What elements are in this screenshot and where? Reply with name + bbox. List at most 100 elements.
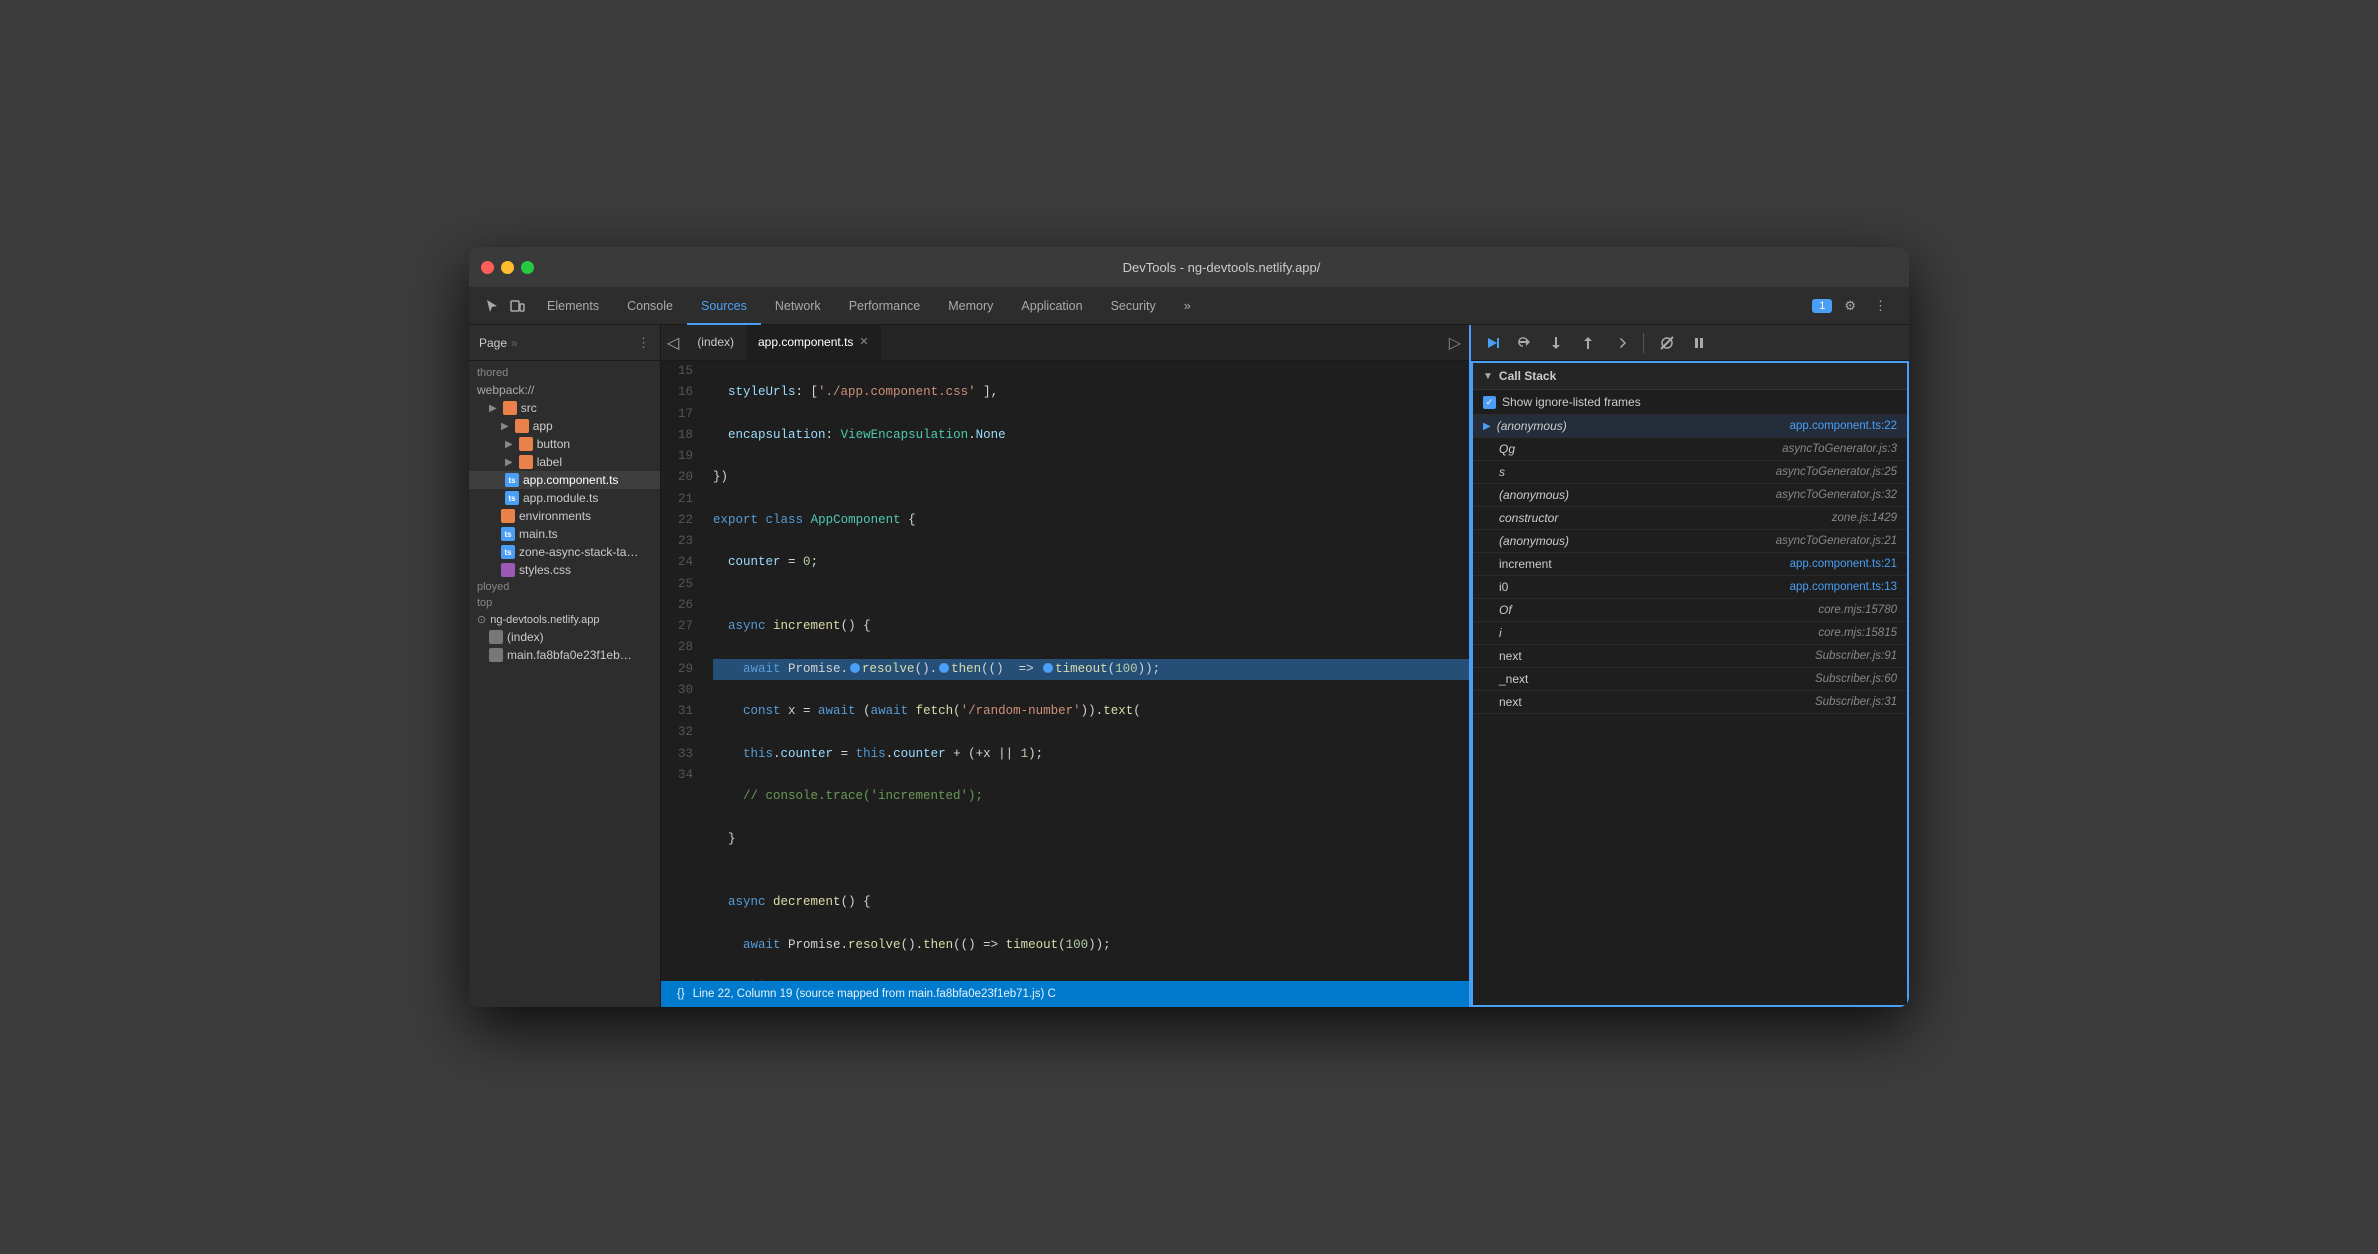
tab-sources[interactable]: Sources: [687, 288, 761, 325]
callstack-frame-i[interactable]: i core.mjs:15815: [1473, 622, 1907, 645]
tabbar: Elements Console Sources Network Perform…: [469, 287, 1909, 325]
editor-tab-close[interactable]: ✕: [859, 335, 868, 348]
settings-icon[interactable]: ⚙: [1838, 294, 1862, 318]
tree-item-zone-async[interactable]: ts zone-async-stack-ta…: [493, 543, 660, 561]
debug-deactivate-btn[interactable]: [1654, 332, 1680, 354]
tree-item-environments[interactable]: environments: [493, 507, 660, 525]
tree-label-authored: thored: [477, 367, 508, 379]
debug-step-out-btn[interactable]: [1575, 332, 1601, 354]
titlebar: DevTools - ng-devtools.netlify.app/: [469, 247, 1909, 287]
frame-fn-next3: next: [1483, 695, 1809, 709]
tree-item-app[interactable]: ▶ app: [493, 417, 660, 435]
frame-loc-anon3: asyncToGenerator.js:21: [1776, 535, 1897, 547]
tree-item-label[interactable]: ▶ label: [469, 453, 660, 471]
device-mode-icon[interactable]: [509, 298, 525, 314]
tab-network[interactable]: Network: [761, 288, 835, 325]
callstack-header[interactable]: ▼ Call Stack: [1473, 363, 1907, 390]
status-bar: {} Line 22, Column 19 (source mapped fro…: [661, 981, 1469, 1007]
ignore-listed-row[interactable]: Show ignore-listed frames: [1473, 390, 1907, 415]
ts-icon-app-module: ts: [505, 491, 519, 505]
callstack-title: Call Stack: [1499, 369, 1556, 383]
tab-security[interactable]: Security: [1097, 288, 1170, 325]
frame-loc-i0[interactable]: app.component.ts:13: [1790, 581, 1897, 593]
frame-loc-1[interactable]: app.component.ts:22: [1790, 420, 1897, 432]
editor-tab-right[interactable]: ▷: [1441, 325, 1469, 360]
editor-tab-index-label: (index): [697, 335, 734, 349]
tab-performance[interactable]: Performance: [835, 288, 935, 325]
tree-item-app-component-ts[interactable]: ts app.component.ts: [469, 471, 660, 489]
tree-label-ng-devtools: ng-devtools.netlify.app: [490, 614, 599, 626]
tab-application[interactable]: Application: [1007, 288, 1096, 325]
editor-tab-index[interactable]: (index): [685, 325, 746, 360]
ts-icon-main: ts: [501, 527, 515, 541]
editor-back-nav[interactable]: ◁: [661, 325, 685, 360]
tree-item-button[interactable]: ▶ button: [469, 435, 660, 453]
debugger-panel: ▼ Call Stack Show ignore-listed frames ▶…: [1469, 325, 1909, 1007]
callstack-frame-next3[interactable]: next Subscriber.js:31: [1473, 691, 1907, 714]
tree-item-ng-devtools[interactable]: ⊙ ng-devtools.netlify.app: [469, 611, 660, 628]
folder-icon-environments: [501, 509, 515, 523]
tree-item-top[interactable]: top: [469, 595, 660, 611]
cursor-icon[interactable]: [485, 298, 501, 314]
editor-tab-file-label: app.component.ts: [758, 335, 853, 349]
more-options-icon[interactable]: ⋮: [1868, 294, 1893, 318]
callstack-frame-next[interactable]: next Subscriber.js:91: [1473, 645, 1907, 668]
tree-item-webpack[interactable]: webpack://: [469, 381, 660, 399]
tree-item-styles-css[interactable]: styles.css: [493, 561, 660, 579]
tree-item-index[interactable]: (index): [481, 628, 660, 646]
callstack-frame-constructor[interactable]: constructor zone.js:1429: [1473, 507, 1907, 530]
frame-fn-1: (anonymous): [1497, 419, 1784, 433]
editor-area: ◁ (index) app.component.ts ✕ ▷ 15 16 17 …: [661, 325, 1469, 1007]
frame-fn-anon3: (anonymous): [1483, 534, 1770, 548]
minimize-button[interactable]: [501, 261, 514, 274]
debug-step-over-btn[interactable]: [1511, 332, 1537, 354]
debug-step-into-btn[interactable]: [1543, 332, 1569, 354]
callstack-frame-of[interactable]: Of core.mjs:15780: [1473, 599, 1907, 622]
callstack-frame-anonymous-1[interactable]: ▶ (anonymous) app.component.ts:22: [1473, 415, 1907, 438]
sidebar-options-icon[interactable]: ⋮: [637, 335, 650, 351]
tree-item-src[interactable]: ▶ src: [481, 399, 660, 417]
frame-loc-next2: Subscriber.js:60: [1815, 673, 1897, 685]
code-view[interactable]: 15 16 17 18 19 20 21 22 23 24 25 26 27 2…: [661, 361, 1469, 981]
callstack-frame-qg[interactable]: Qg asyncToGenerator.js:3: [1473, 438, 1907, 461]
frame-fn-increment: increment: [1483, 557, 1784, 571]
frame-fn-constructor: constructor: [1483, 511, 1826, 525]
callstack-frame-next2[interactable]: _next Subscriber.js:60: [1473, 668, 1907, 691]
tree-item-app-module-ts[interactable]: ts app.module.ts: [469, 489, 660, 507]
debug-step-btn[interactable]: [1607, 332, 1633, 354]
frame-loc-increment[interactable]: app.component.ts:21: [1790, 558, 1897, 570]
tab-console[interactable]: Console: [613, 288, 687, 325]
ignore-checkbox[interactable]: [1483, 396, 1496, 409]
callstack-frame-s[interactable]: s asyncToGenerator.js:25: [1473, 461, 1907, 484]
frame-fn-next2: _next: [1483, 672, 1809, 686]
maximize-button[interactable]: [521, 261, 534, 274]
tree-arrow-label: ▶: [505, 457, 513, 468]
tree-item-main-fa8b[interactable]: main.fa8bfa0e23f1eb…: [481, 646, 660, 664]
window-title: DevTools - ng-devtools.netlify.app/: [546, 260, 1897, 275]
tab-memory[interactable]: Memory: [934, 288, 1007, 325]
frame-arrow-1: ▶: [1483, 421, 1491, 432]
callstack-frame-anonymous-2[interactable]: (anonymous) asyncToGenerator.js:32: [1473, 484, 1907, 507]
tab-elements[interactable]: Elements: [533, 288, 613, 325]
format-icon[interactable]: {}: [673, 988, 689, 1000]
sidebar-header: Page » ⋮: [469, 325, 660, 361]
tree-item-authored[interactable]: thored: [469, 365, 660, 381]
file-tree: thored webpack:// ▶ src ▶ app ▶: [469, 361, 660, 1007]
tree-item-ployed[interactable]: ployed: [469, 579, 660, 595]
tree-label-src: src: [521, 401, 537, 415]
callstack-frame-increment[interactable]: increment app.component.ts:21: [1473, 553, 1907, 576]
debug-pause-btn[interactable]: [1686, 332, 1712, 354]
devtools-window: DevTools - ng-devtools.netlify.app/ Elem…: [469, 247, 1909, 1007]
folder-icon-src: [503, 401, 517, 415]
tab-more[interactable]: »: [1170, 288, 1205, 325]
tree-label-index: (index): [507, 630, 544, 644]
sidebar-more-label[interactable]: »: [511, 336, 518, 350]
callstack-frame-i0[interactable]: i0 app.component.ts:13: [1473, 576, 1907, 599]
callstack-frame-anonymous-3[interactable]: (anonymous) asyncToGenerator.js:21: [1473, 530, 1907, 553]
debug-resume-btn[interactable]: [1479, 332, 1505, 354]
tree-item-main-ts[interactable]: ts main.ts: [493, 525, 660, 543]
editor-tab-app-component[interactable]: app.component.ts ✕: [746, 325, 881, 360]
close-button[interactable]: [481, 261, 494, 274]
tree-label-webpack: webpack://: [477, 383, 534, 397]
tree-label-top: top: [477, 597, 492, 609]
